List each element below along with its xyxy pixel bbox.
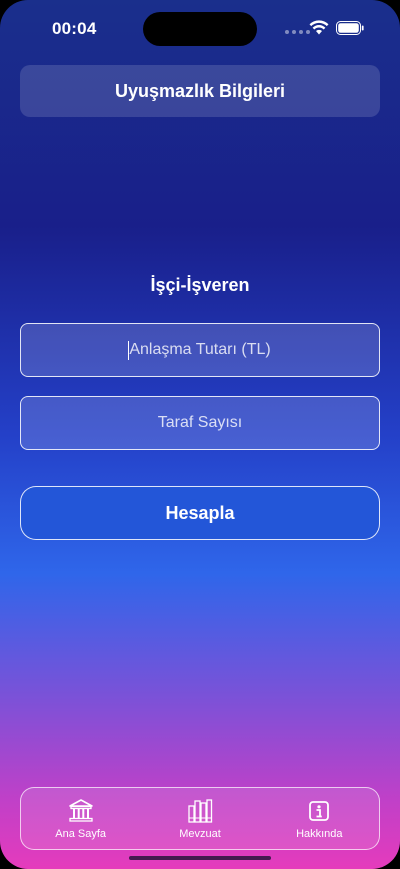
info-icon <box>309 801 330 821</box>
tab-legislation[interactable]: Mevzuat <box>145 797 255 840</box>
courthouse-icon <box>68 799 93 822</box>
tab-about[interactable]: Hakkında <box>264 797 374 840</box>
amount-input[interactable] <box>20 323 380 377</box>
tab-home[interactable]: Ana Sayfa <box>26 797 136 840</box>
text-caret <box>128 341 129 360</box>
tab-about-label: Hakkında <box>296 828 343 840</box>
page-title: Uyuşmazlık Bilgileri <box>20 65 380 117</box>
party-count-input[interactable] <box>20 396 380 450</box>
status-time: 00:04 <box>52 19 97 38</box>
battery-icon <box>336 21 364 35</box>
tab-bar: Ana Sayfa Mevzuat Hakkında <box>20 787 380 850</box>
signal-dots-icon <box>285 30 310 34</box>
home-indicator[interactable] <box>129 856 271 860</box>
dynamic-island <box>143 12 257 46</box>
app-screen: 00:04 Uyuşmazlık Bilgileri İşçi-İşveren … <box>0 0 400 869</box>
status-bar: 00:04 <box>0 0 400 56</box>
wifi-icon <box>309 20 329 35</box>
calculate-button[interactable]: Hesapla <box>20 486 380 540</box>
section-title: İşçi-İşveren <box>150 275 250 295</box>
tab-home-label: Ana Sayfa <box>55 828 107 840</box>
tab-legislation-label: Mevzuat <box>179 828 221 840</box>
books-icon <box>188 799 213 823</box>
